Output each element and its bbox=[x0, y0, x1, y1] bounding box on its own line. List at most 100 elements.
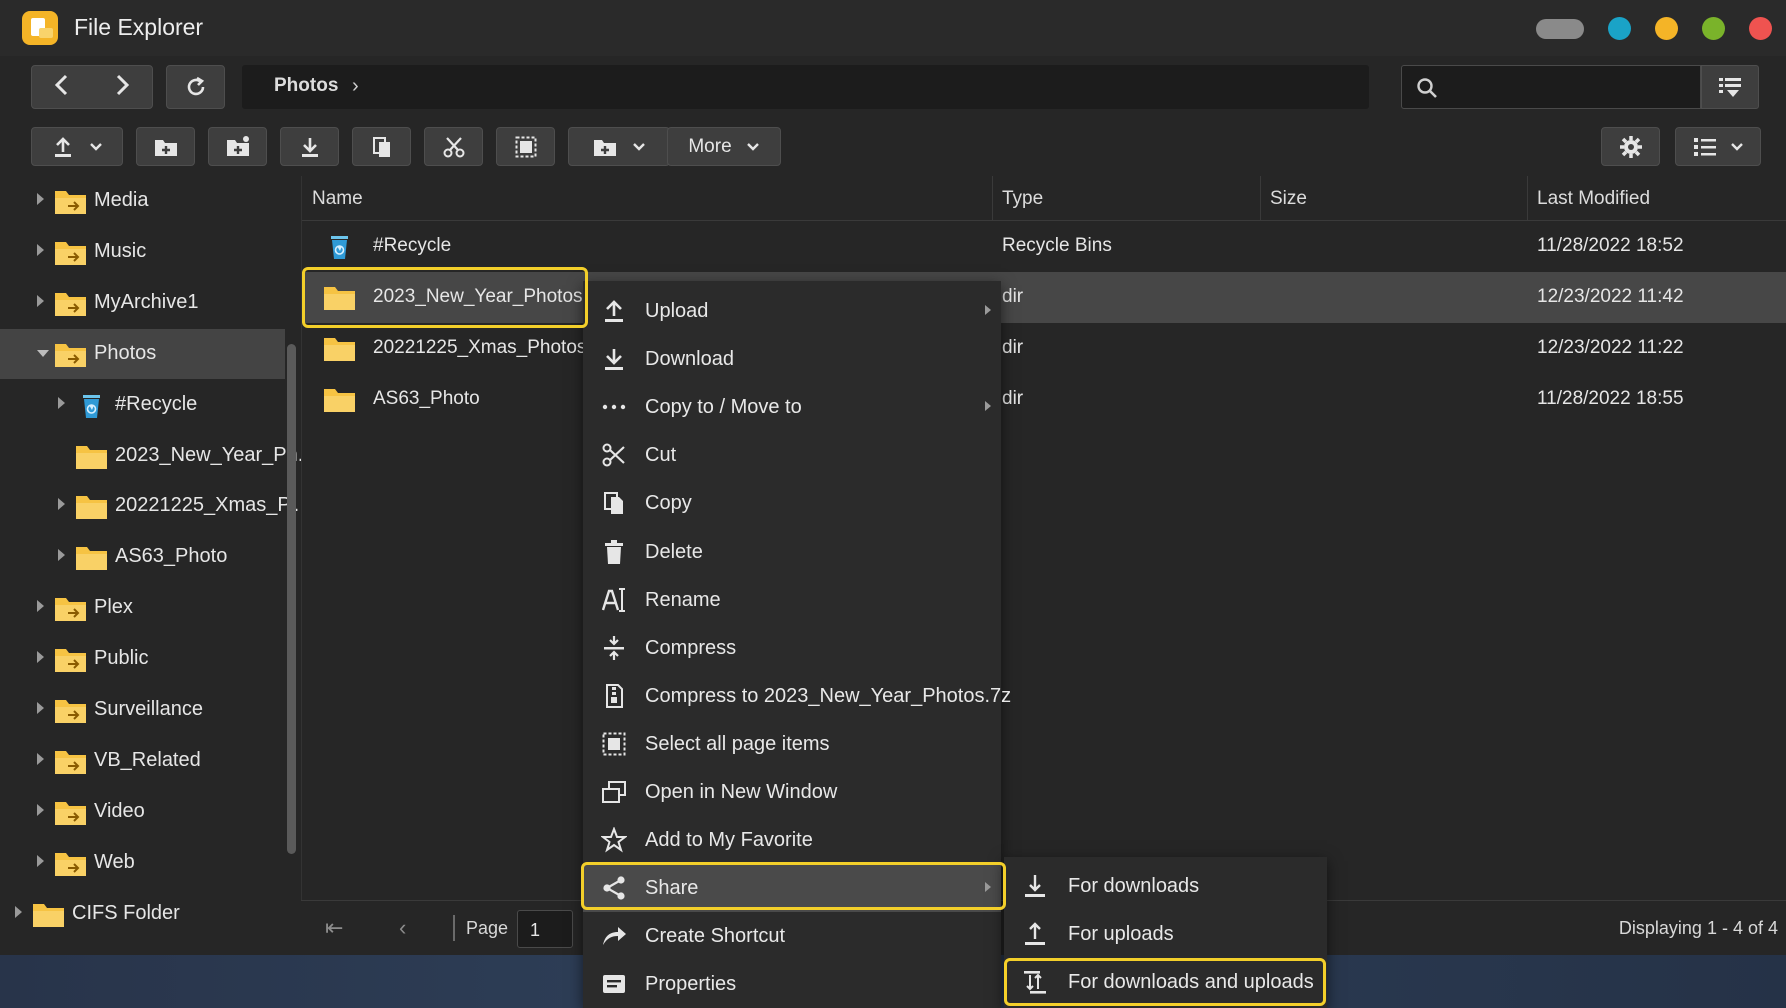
tree-scrollbar[interactable] bbox=[287, 344, 296, 854]
tree-item[interactable]: CIFS Folder bbox=[0, 889, 285, 939]
refresh-button[interactable] bbox=[166, 65, 225, 109]
window-close-button[interactable] bbox=[1749, 17, 1772, 40]
table-row[interactable]: 20221225_Xmas_Photos dir 12/23/2022 11:22 bbox=[302, 323, 1786, 374]
context-menu-item[interactable]: Compress to 2023_New_Year_Photos.7z bbox=[583, 672, 1011, 720]
context-menu-item-label: Share bbox=[645, 877, 699, 900]
expand-arrow-icon[interactable] bbox=[58, 549, 65, 562]
tree-item[interactable]: 2023_New_Year_Ph.. bbox=[0, 431, 309, 481]
context-menu-item-label: Open in New Window bbox=[645, 781, 838, 803]
tree-item[interactable]: AS63_Photo bbox=[0, 532, 285, 582]
download-icon bbox=[601, 346, 627, 372]
context-menu-item[interactable]: Open in New Window bbox=[583, 768, 1001, 816]
expand-arrow-icon[interactable] bbox=[58, 396, 65, 409]
more-button[interactable]: More bbox=[667, 127, 781, 166]
context-menu-item[interactable]: Download bbox=[583, 335, 1001, 383]
window-maximize-button[interactable] bbox=[1702, 17, 1725, 40]
context-menu-item[interactable]: Properties bbox=[583, 960, 1001, 1008]
recycle-bin-icon bbox=[323, 233, 356, 260]
upload-dropdown-button[interactable] bbox=[31, 127, 123, 166]
context-menu-item[interactable]: Rename bbox=[583, 576, 1001, 624]
shared-folder-icon bbox=[54, 646, 87, 673]
cut-button[interactable] bbox=[424, 127, 483, 166]
view-mode-button[interactable] bbox=[1675, 127, 1761, 166]
tree-item[interactable]: MyArchive1 bbox=[0, 278, 285, 328]
collapse-arrow-icon[interactable] bbox=[37, 349, 49, 357]
window-info-button[interactable] bbox=[1608, 17, 1631, 40]
table-row[interactable]: #Recycle Recycle Bins 11/28/2022 18:52 bbox=[302, 221, 1786, 272]
context-menu-item[interactable]: Delete bbox=[583, 528, 1001, 576]
first-page-icon[interactable]: ⇤ bbox=[325, 915, 343, 941]
settings-button[interactable] bbox=[1601, 127, 1660, 166]
back-button[interactable] bbox=[54, 74, 70, 101]
breadcrumb-segment[interactable]: Photos bbox=[274, 75, 338, 97]
context-menu-item-label: Properties bbox=[645, 973, 737, 996]
expand-arrow-icon[interactable] bbox=[37, 702, 44, 714]
context-menu-item[interactable]: Cut bbox=[583, 431, 1001, 479]
select-all-icon bbox=[515, 136, 536, 157]
tree-item[interactable]: 20221225_Xmas_P.. bbox=[0, 481, 299, 531]
context-menu-item[interactable]: Share bbox=[583, 864, 1001, 913]
column-header-type[interactable]: Type bbox=[1002, 188, 1043, 210]
window-pill-control[interactable] bbox=[1536, 18, 1584, 39]
previous-page-icon[interactable]: ‹ bbox=[399, 915, 406, 941]
filter-list-icon bbox=[1719, 78, 1741, 97]
expand-arrow-icon[interactable] bbox=[37, 803, 44, 816]
tree-item[interactable]: Public bbox=[0, 634, 285, 684]
add-dropdown-button[interactable] bbox=[568, 127, 670, 166]
select-all-button[interactable] bbox=[496, 127, 555, 166]
share-submenu-item[interactable]: For downloads bbox=[1004, 862, 1327, 910]
column-header-size[interactable]: Size bbox=[1270, 188, 1307, 210]
shared-folder-icon bbox=[54, 341, 87, 368]
context-menu-item[interactable]: Select all page items bbox=[583, 720, 1001, 768]
expand-arrow-icon[interactable] bbox=[37, 854, 44, 867]
new-shared-folder-button[interactable] bbox=[208, 127, 267, 166]
share-submenu-item[interactable]: For uploads bbox=[1004, 910, 1327, 958]
tree-item[interactable]: #Recycle bbox=[0, 380, 285, 430]
context-menu-item[interactable]: Copy to / Move to bbox=[583, 383, 1001, 431]
tree-item-label: Photos bbox=[94, 341, 157, 364]
tree-item[interactable]: Plex bbox=[0, 583, 285, 633]
share-submenu-item[interactable]: For downloads and uploads bbox=[1004, 958, 1327, 1006]
expand-arrow-icon[interactable] bbox=[37, 243, 44, 256]
window-minimize-button[interactable] bbox=[1655, 17, 1678, 40]
expand-arrow-icon[interactable] bbox=[37, 651, 44, 664]
table-row[interactable]: 2023_New_Year_Photos dir 12/23/2022 11:42 bbox=[302, 272, 1786, 323]
breadcrumb-chevron-icon[interactable]: › bbox=[352, 75, 359, 98]
folder-icon bbox=[75, 544, 108, 571]
context-menu-item[interactable]: Copy bbox=[583, 479, 1001, 527]
expand-arrow-icon[interactable] bbox=[58, 498, 65, 511]
forward-button[interactable] bbox=[114, 74, 130, 101]
download-button[interactable] bbox=[280, 127, 339, 166]
folder-add-icon bbox=[594, 139, 616, 156]
tree-item[interactable]: Web bbox=[0, 838, 285, 888]
tree-item[interactable]: VB_Related bbox=[0, 736, 285, 786]
copy-button[interactable] bbox=[352, 127, 411, 166]
tree-item-label: 20221225_Xmas_P.. bbox=[115, 494, 300, 517]
search-input[interactable] bbox=[1401, 65, 1701, 109]
column-header-name[interactable]: Name bbox=[312, 188, 363, 210]
tree-item[interactable]: Photos bbox=[0, 328, 285, 379]
tree-item[interactable]: Media bbox=[0, 176, 285, 226]
table-row[interactable]: AS63_Photo dir 11/28/2022 18:55 bbox=[302, 374, 1786, 425]
expand-arrow-icon[interactable] bbox=[37, 294, 44, 307]
context-menu-item-label: Delete bbox=[645, 540, 703, 563]
context-menu-item-label: Copy bbox=[645, 492, 692, 515]
tree-item[interactable]: Music bbox=[0, 227, 285, 277]
column-header-last-modified[interactable]: Last Modified bbox=[1537, 188, 1650, 210]
context-menu-item[interactable]: Create Shortcut bbox=[583, 912, 1001, 960]
expand-arrow-icon[interactable] bbox=[37, 752, 44, 765]
upload-icon bbox=[55, 136, 71, 157]
advanced-search-button[interactable] bbox=[1701, 65, 1759, 109]
expand-arrow-icon[interactable] bbox=[37, 600, 44, 613]
page-number-input[interactable]: 1 bbox=[517, 910, 573, 948]
context-menu-item[interactable]: Compress bbox=[583, 624, 1001, 672]
folder-icon bbox=[75, 493, 108, 520]
compress-icon bbox=[601, 635, 627, 661]
expand-arrow-icon[interactable] bbox=[15, 905, 22, 918]
context-menu-item[interactable]: Upload bbox=[583, 287, 1001, 335]
new-folder-button[interactable] bbox=[136, 127, 195, 166]
tree-item[interactable]: Surveillance bbox=[0, 685, 285, 735]
context-menu-item[interactable]: Add to My Favorite bbox=[583, 816, 1001, 864]
expand-arrow-icon[interactable] bbox=[37, 193, 44, 205]
tree-item[interactable]: Video bbox=[0, 787, 285, 837]
